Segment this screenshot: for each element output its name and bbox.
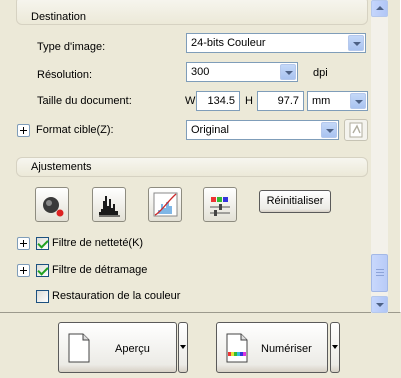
scan-menu-button[interactable] [330,322,340,373]
color-restoration-label: Restauration de la couleur [52,290,181,302]
width-label: W [185,95,196,107]
chevron-down-icon [332,345,338,349]
target-format-edit-icon [344,119,368,141]
resolution-label: Résolution: [37,69,93,81]
unsharp-expand-icon[interactable] [17,237,30,250]
auto-exposure-button[interactable] [35,187,69,222]
height-field[interactable]: 97.7 [257,91,304,111]
preview-button-label: Aperçu [115,343,150,355]
vertical-scrollbar[interactable] [371,0,388,313]
chevron-down-icon [180,345,186,349]
target-format-expand-icon[interactable] [17,124,30,137]
histogram-icon [99,196,120,217]
destination-header-label: Destination [31,11,87,23]
document-icon [68,333,90,363]
preview-button[interactable]: Aperçu [58,322,177,373]
unsharp-checkbox[interactable] [36,237,49,250]
chevron-down-icon[interactable] [321,122,337,138]
target-format-label: Format cible(Z): [36,124,114,136]
descreening-expand-icon[interactable] [17,264,30,277]
unsharp-label: Filtre de netteté(K) [52,237,144,249]
color-restoration-checkbox[interactable] [36,290,49,303]
color-palette-button[interactable] [203,187,237,222]
resolution-value: 300 [191,66,210,78]
image-type-label: Type d'image: [37,41,106,53]
unit-select[interactable]: mm [307,91,368,111]
target-format-value: Original [191,124,229,136]
settings-panel: Destination Type d'image: 24-bits Couleu… [0,0,401,313]
image-type-select[interactable]: 24-bits Couleur [186,33,366,53]
unit-value: mm [312,95,331,107]
tone-curve-button[interactable] [148,187,182,222]
document-size-label: Taille du document: [37,95,132,107]
destination-group-header[interactable]: Destination [16,0,368,25]
scroll-down-icon[interactable] [371,296,388,313]
width-field[interactable]: 134.5 [196,91,240,111]
adjustments-header-label: Ajustements [31,161,92,173]
image-type-value: 24-bits Couleur [191,37,266,49]
scan-button-label: Numériser [261,343,312,355]
chevron-down-icon[interactable] [280,64,296,80]
scroll-up-icon[interactable] [371,0,388,17]
target-format-select[interactable]: Original [186,120,339,140]
auto-exposure-icon [43,197,64,217]
chevron-down-icon[interactable] [348,35,364,51]
height-value: 97.7 [277,95,299,107]
width-value: 134.5 [207,95,235,107]
histogram-button[interactable] [92,187,126,222]
tone-curve-icon [153,192,178,217]
reset-button[interactable]: Réinitialiser [259,190,331,213]
scan-button[interactable]: Numériser [216,322,328,373]
color-palette-icon [210,197,230,216]
scroll-thumb[interactable] [371,254,388,292]
scan-document-icon [226,333,248,363]
preview-menu-button[interactable] [178,322,188,373]
resolution-select[interactable]: 300 [186,62,298,82]
adjustments-group-header[interactable]: Ajustements [16,157,368,177]
reset-button-label: Réinitialiser [266,195,324,207]
descreening-checkbox[interactable] [36,264,49,277]
resolution-unit: dpi [313,67,328,79]
chevron-down-icon[interactable] [350,93,366,109]
height-label: H [245,95,253,107]
descreening-label: Filtre de détramage [52,264,148,276]
